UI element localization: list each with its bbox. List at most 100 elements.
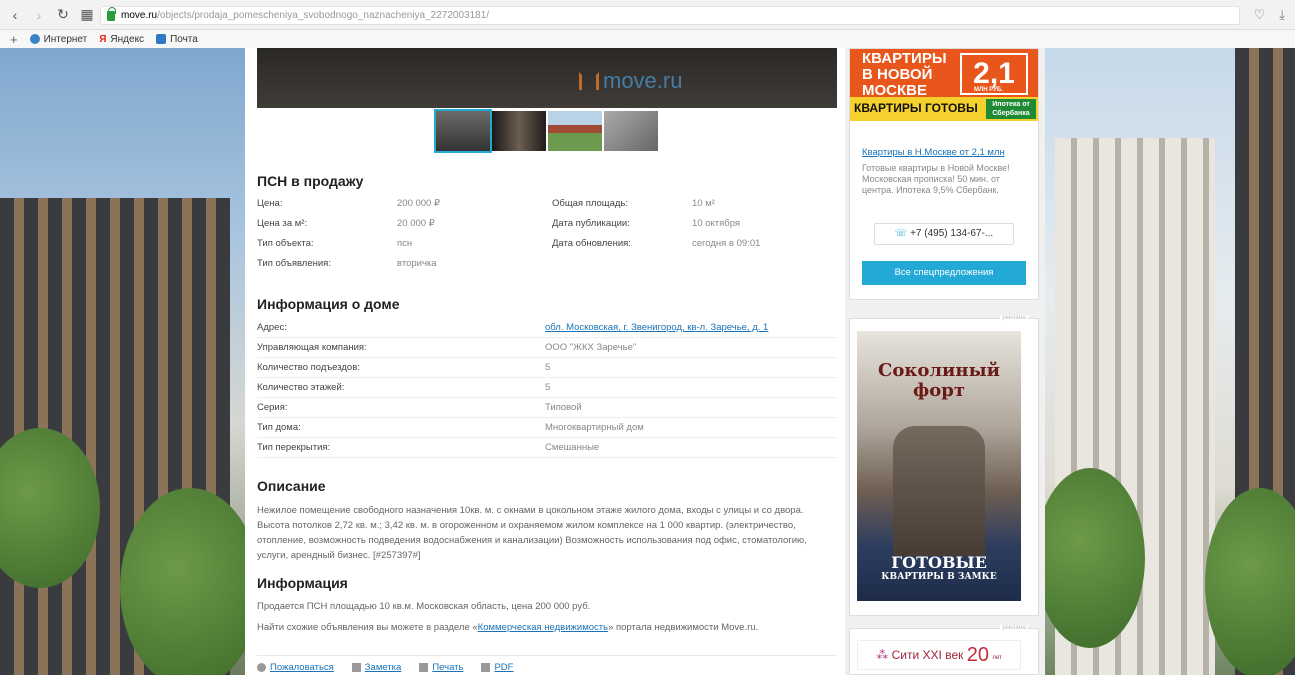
detail-label: Цена за м²:: [257, 218, 308, 229]
note-button[interactable]: Заметка: [351, 662, 401, 673]
detail-value: 20 000 ₽: [397, 218, 435, 229]
back-icon[interactable]: ‹: [6, 6, 24, 24]
mail-icon: [156, 34, 167, 44]
castle-illustration: [893, 426, 985, 556]
all-offers-button[interactable]: Все спецпредложения: [862, 261, 1026, 285]
ad-price-unit: МЛН РУБ.: [974, 87, 1003, 93]
url-host: move.ru: [121, 10, 158, 21]
reload-icon[interactable]: ↻: [54, 6, 72, 24]
house-label: Тип дома:: [257, 422, 301, 433]
ad-headline: КВАРТИРЫ В НОВОЙ МОСКВЕ: [862, 50, 947, 99]
house-label: Управляющая компания:: [257, 342, 367, 353]
ad-label: реклама: [1000, 315, 1028, 321]
thumbnail[interactable]: [548, 111, 602, 151]
ad-text: Готовые квартиры в Новой Москве! Московс…: [862, 163, 1010, 195]
ad-castle-small: КВАРТИРЫ В ЗАМКЕ: [881, 572, 997, 582]
bookmark-mail[interactable]: Почта: [156, 34, 198, 45]
main-photo[interactable]: move.ru: [257, 48, 837, 108]
detail-label: Цена:: [257, 198, 283, 209]
bookmark-label: Интернет: [43, 33, 88, 45]
pdf-icon: [481, 663, 491, 672]
ad-card-new-moscow: КВАРТИРЫ В НОВОЙ МОСКВЕ 2,1 МЛН РУБ. КВА…: [849, 48, 1039, 300]
ad-city21-suffix: лет: [992, 655, 1002, 661]
background-illustration-right: [1045, 48, 1295, 675]
house-label: Количество подъездов:: [257, 362, 360, 373]
logo-text: move.ru: [603, 68, 683, 93]
ad-sidebar: КВАРТИРЫ В НОВОЙ МОСКВЕ 2,1 МЛН РУБ. КВА…: [845, 48, 1045, 675]
house-value: Смешанные: [545, 442, 600, 453]
ad-castle-big: ГОТОВЫЕ: [891, 553, 987, 572]
address-link[interactable]: обл. Московская, г. Звенигород, кв-л. За…: [545, 318, 768, 338]
ad-city21-num: 20: [966, 644, 989, 666]
house-row: Серия: Типовой: [257, 398, 837, 418]
download-icon[interactable]: ⤓: [1279, 7, 1285, 23]
bookmark-label: Почта: [170, 33, 198, 45]
detail-label: Дата обновления:: [552, 238, 631, 249]
thumbnail-map[interactable]: [604, 111, 658, 151]
house-label: Адрес:: [257, 322, 287, 333]
info-text: Найти схожие объявления вы можете в разд…: [257, 622, 478, 633]
bookmark-label: Яндекс: [110, 33, 145, 45]
house-row: Адрес: обл. Московская, г. Звенигород, к…: [257, 318, 837, 338]
commercial-realty-link[interactable]: Коммерческая недвижимость: [478, 622, 608, 633]
background-illustration-left: [0, 48, 245, 675]
house-value: 5: [545, 382, 551, 393]
yandex-icon: Я: [99, 33, 107, 45]
detail-row: Общая площадь: 10 м²: [552, 194, 832, 214]
forward-icon[interactable]: ›: [30, 6, 48, 24]
house-row: Тип перекрытия: Смешанные: [257, 438, 837, 458]
listing-actions: Пожаловаться Заметка Печать PDF: [257, 655, 837, 673]
detail-row: Цена за м²: 20 000 ₽: [257, 214, 547, 234]
detail-value: 200 000 ₽: [397, 198, 441, 209]
bookmark-yandex[interactable]: Я Яндекс: [99, 34, 144, 45]
detail-label: Тип объекта:: [257, 238, 314, 249]
detail-row: Тип объявления: вторичка: [257, 254, 547, 274]
thumbnail[interactable]: [492, 111, 546, 151]
house-row: Управляющая компания: ООО "ЖКХ Заречье": [257, 338, 837, 358]
ad-label: реклама: [1000, 625, 1028, 631]
note-icon: [351, 663, 361, 672]
detail-value: 10 октября: [692, 218, 741, 229]
info-title: Информация: [257, 575, 348, 591]
detail-row: Дата обновления: сегодня в 09:01: [552, 234, 832, 254]
ad-banner-new-moscow[interactable]: КВАРТИРЫ В НОВОЙ МОСКВЕ 2,1 МЛН РУБ. КВА…: [850, 49, 1038, 121]
detail-value: псн: [397, 238, 413, 249]
detail-row: Цена: 200 000 ₽: [257, 194, 547, 214]
plus-icon[interactable]: +: [10, 32, 18, 47]
print-button[interactable]: Печать: [419, 662, 463, 673]
house-value: Типовой: [545, 402, 582, 413]
ad-banner-city21[interactable]: ⁂ Сити XXI век 20 лет: [857, 640, 1021, 670]
house-label: Серия:: [257, 402, 288, 413]
photo-thumbnails: [434, 109, 658, 153]
listing-title: ПСН в продажу: [257, 173, 364, 189]
thumbnail[interactable]: [434, 109, 492, 153]
ad-castle-title: Соколиный форт: [878, 360, 1000, 401]
detail-value: 10 м²: [692, 198, 715, 209]
house-row: Количество этажей: 5: [257, 378, 837, 398]
complain-button[interactable]: Пожаловаться: [257, 662, 334, 673]
ad-banner-bar: КВАРТИРЫ ГОТОВЫ Ипотека от Сбербанка: [850, 97, 1038, 121]
house-label: Тип перекрытия:: [257, 442, 331, 453]
tree-illustration: [1205, 488, 1295, 675]
house-icon: [579, 72, 599, 90]
ad-title-link[interactable]: Квартиры в Н.Москве от 2,1 млн: [862, 147, 1005, 158]
speed-dial-icon[interactable]: ▦: [78, 6, 96, 24]
ad-bar-left: КВАРТИРЫ ГОТОВЫ: [854, 101, 978, 115]
bookmark-internet[interactable]: Интернет: [29, 33, 88, 45]
printer-icon: [419, 663, 429, 672]
bookmarks-bar: + Интернет Я Яндекс Почта: [0, 30, 1295, 48]
lock-icon: [107, 6, 116, 21]
logo-dots-icon: ⁂: [876, 648, 889, 662]
ad-banner-castle[interactable]: Соколиный форт ГОТОВЫЕ КВАРТИРЫ В ЗАМКЕ: [857, 331, 1021, 601]
heart-icon[interactable]: ♡: [1254, 7, 1266, 23]
phone-number: +7 (495) 134-67-...: [910, 228, 994, 239]
detail-label: Тип объявления:: [257, 258, 331, 269]
info-text: » портала недвижимости Move.ru.: [608, 622, 759, 633]
ad-city21-text: Сити XXI век: [891, 648, 964, 662]
description-title: Описание: [257, 478, 326, 494]
listing-content: move.ru ПСН в продажу Цена: 200 000 ₽ Це…: [245, 48, 845, 675]
url-field[interactable]: move.ru /objects/prodaja_pomescheniya_sv…: [100, 6, 1240, 25]
pdf-button[interactable]: PDF: [481, 662, 513, 673]
phone-button[interactable]: ☏ +7 (495) 134-67-...: [874, 223, 1014, 245]
warning-icon: [257, 663, 266, 672]
